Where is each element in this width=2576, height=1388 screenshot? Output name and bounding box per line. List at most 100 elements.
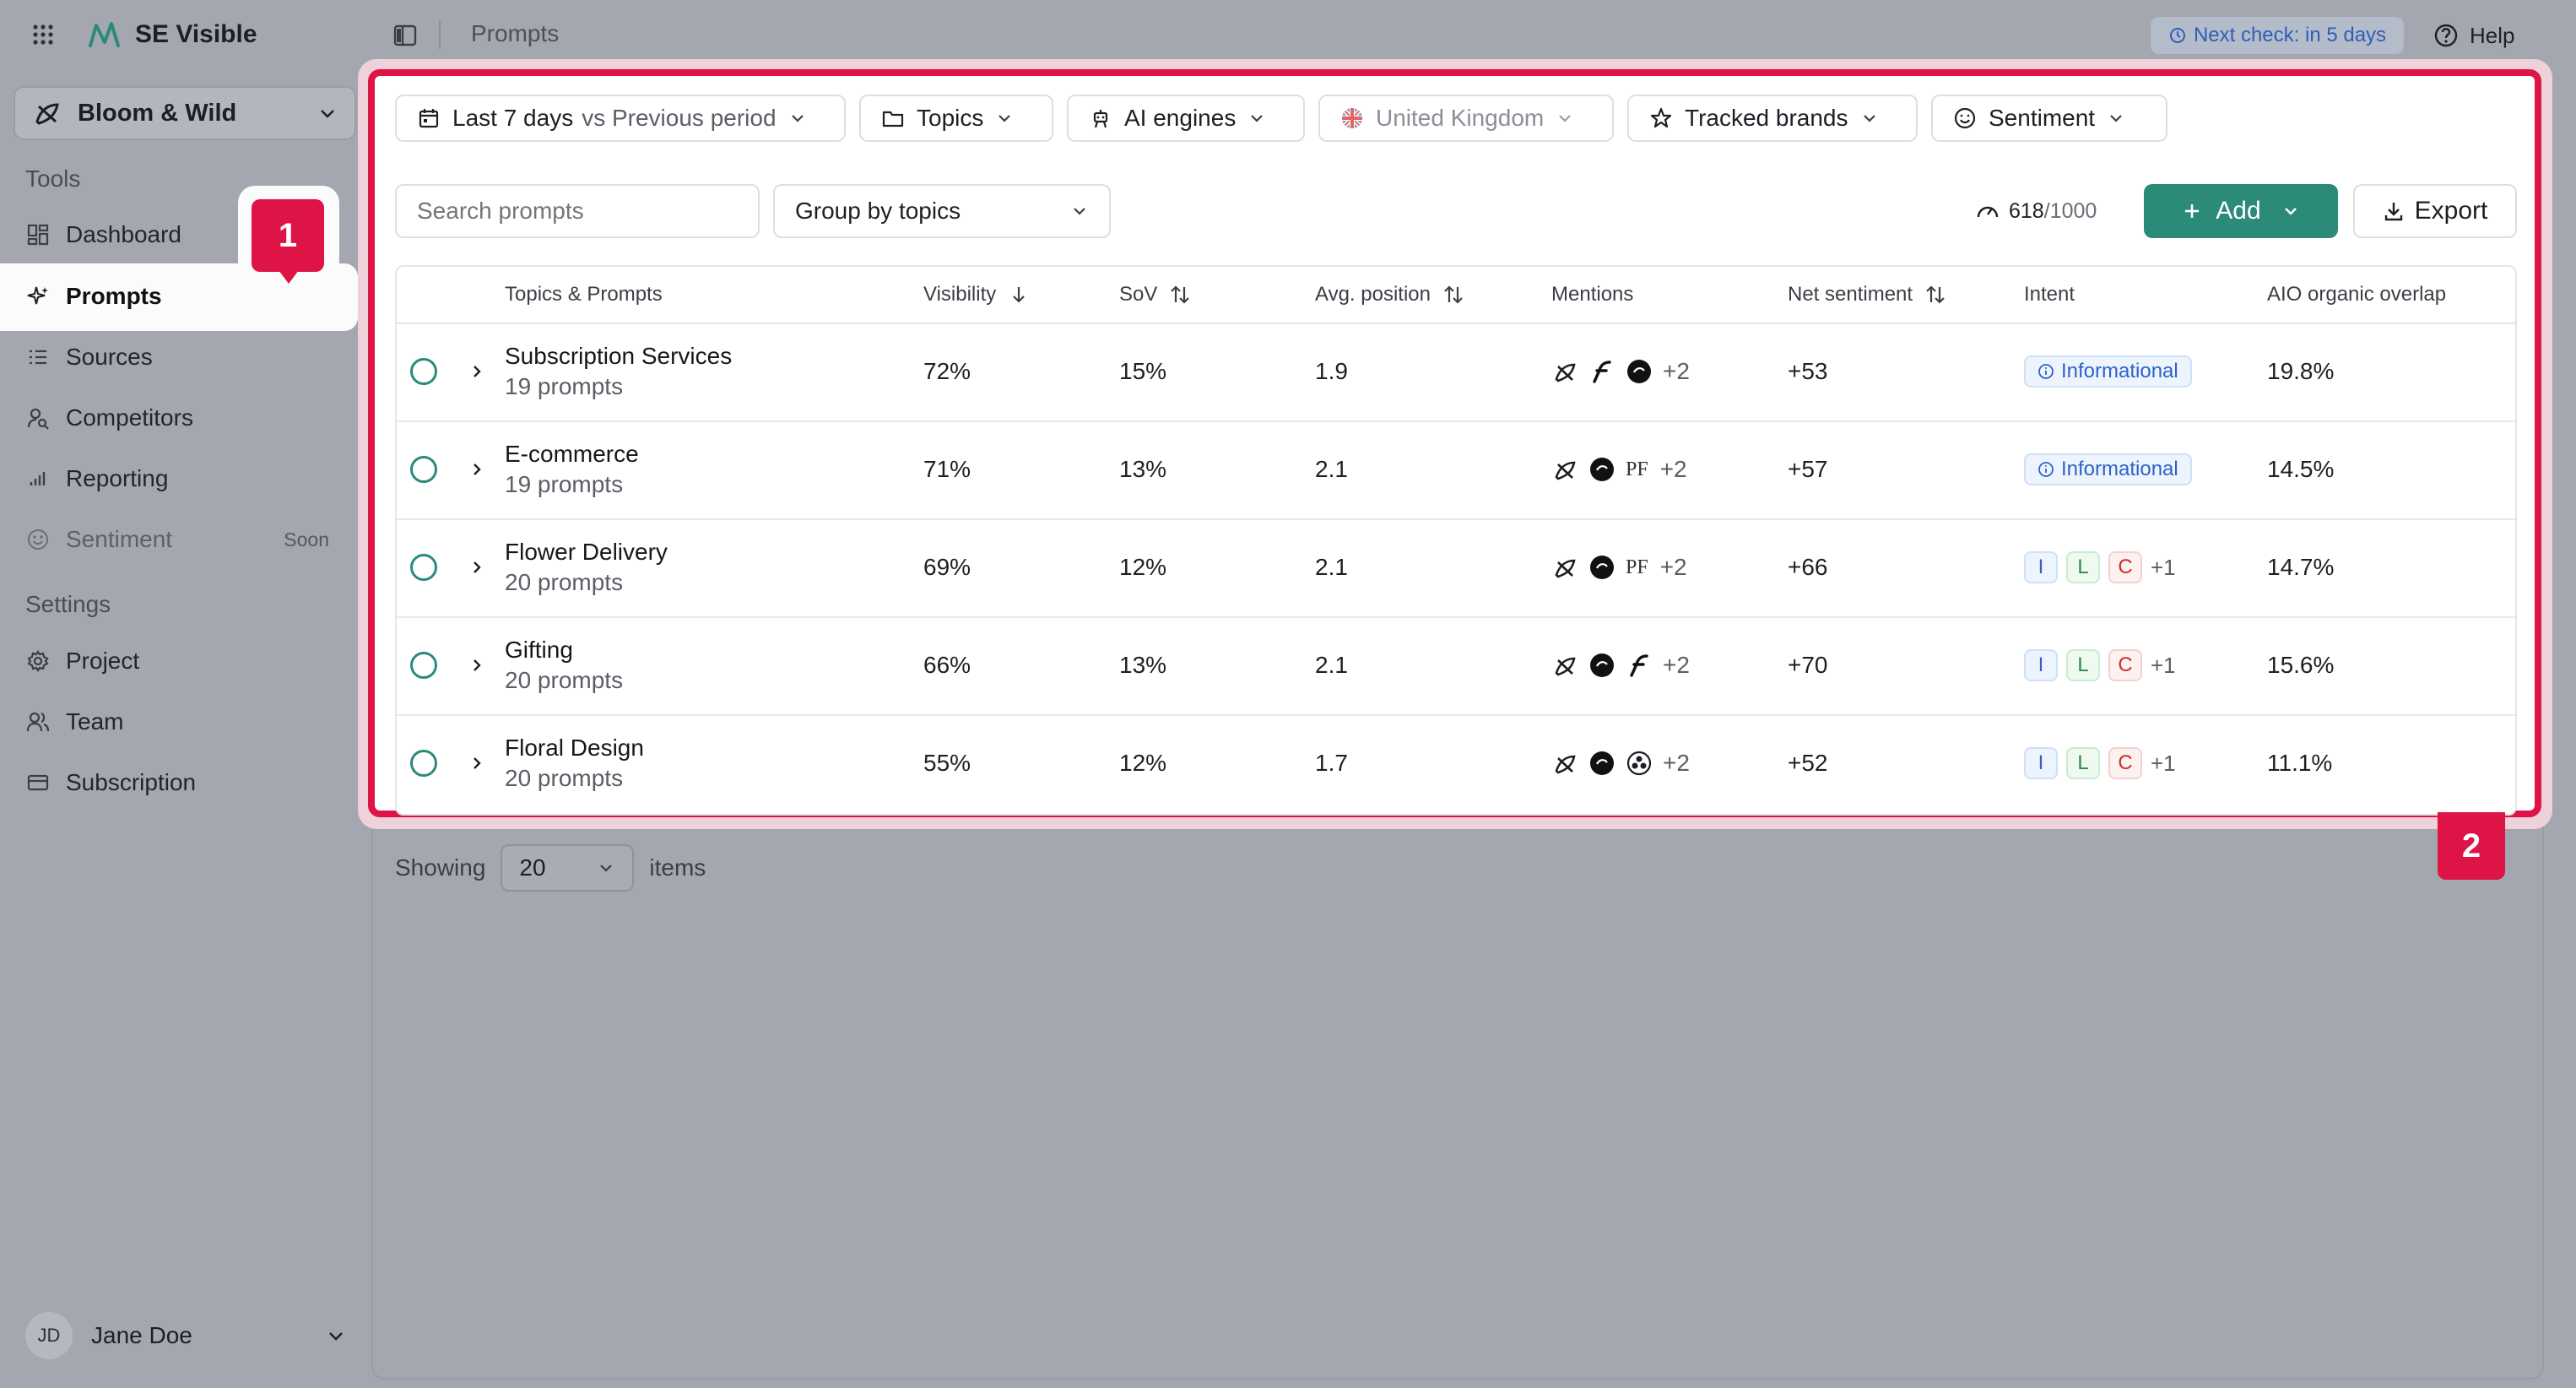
row-checkbox[interactable]: [410, 652, 437, 679]
mentions-more[interactable]: +2: [1660, 456, 1687, 483]
topic-name[interactable]: Floral Design: [505, 733, 644, 763]
help-button[interactable]: Help: [2433, 19, 2514, 52]
topic-prompt-count: 20 prompts: [505, 667, 624, 693]
sidebar-item-label: Subscription: [66, 769, 197, 795]
expand-chevron-icon[interactable]: [468, 460, 486, 479]
topic-name[interactable]: Flower Delivery: [505, 537, 668, 567]
dashboard-icon: [25, 222, 51, 247]
sidebar-item-sentiment: Sentiment Soon: [25, 518, 329, 561]
intent-more[interactable]: +1: [2151, 751, 2176, 777]
workspace-selector[interactable]: Bloom & Wild: [14, 86, 356, 140]
sort-icon[interactable]: [1169, 284, 1191, 306]
table-row[interactable]: Flower Delivery 20 prompts 69% 12% 2.1 P…: [397, 518, 2515, 618]
mentions-more[interactable]: +2: [1660, 554, 1687, 581]
sidebar-item-label: Dashboard: [66, 221, 181, 247]
annotation-marker-1: 1: [252, 199, 324, 272]
net-sentiment-value: +53: [1788, 358, 1828, 384]
help-label: Help: [2470, 22, 2515, 48]
visibility-value: 69%: [923, 554, 971, 580]
row-checkbox[interactable]: [410, 456, 437, 483]
sentiment-filter[interactable]: Sentiment: [1931, 95, 2167, 142]
sidebar-item-label: Sentiment: [66, 526, 173, 552]
topic-prompt-count: 20 prompts: [505, 765, 624, 791]
apps-grid-icon[interactable]: [30, 22, 56, 47]
sidebar-item-subscription[interactable]: Subscription: [25, 762, 196, 804]
net-sentiment-value: +70: [1788, 652, 1828, 678]
table-row[interactable]: Gifting 20 prompts 66% 13% 2.1 +2 +70 I …: [397, 616, 2515, 716]
sidebar-toggle-icon[interactable]: [392, 22, 419, 49]
row-checkbox[interactable]: [410, 554, 437, 581]
tracked-brands-filter[interactable]: Tracked brands: [1627, 95, 1918, 142]
chevron-down-icon: [317, 103, 338, 123]
sentiment-label: Sentiment: [1989, 105, 2096, 131]
group-by-select[interactable]: Group by topics: [773, 184, 1111, 238]
topics-filter[interactable]: Topics: [859, 95, 1053, 142]
sort-down-icon[interactable]: [1008, 284, 1030, 306]
sort-icon[interactable]: [1442, 284, 1464, 306]
sidebar-item-sources[interactable]: Sources: [25, 336, 153, 378]
expand-chevron-icon[interactable]: [468, 754, 486, 773]
sidebar-item-competitors[interactable]: Competitors: [25, 397, 193, 439]
country-filter[interactable]: United Kingdom: [1318, 95, 1614, 142]
col-sov[interactable]: SoV: [1119, 267, 1191, 323]
gauge-icon: [1975, 198, 2000, 224]
mentions-more[interactable]: +2: [1663, 652, 1690, 679]
sidebar-item-label: Project: [66, 648, 140, 674]
showing-label: Showing: [395, 854, 486, 881]
chevron-down-icon: [1860, 109, 1879, 127]
net-sentiment-value: +66: [1788, 554, 1828, 580]
expand-chevron-icon[interactable]: [468, 558, 486, 577]
chevron-down-icon: [1070, 202, 1089, 220]
expand-chevron-icon[interactable]: [468, 362, 486, 381]
col-avg-position[interactable]: Avg. position: [1315, 267, 1464, 323]
sov-value: 15%: [1119, 358, 1167, 384]
sidebar-item-label: Competitors: [66, 404, 193, 431]
table-row[interactable]: E-commerce 19 prompts 71% 13% 2.1 PF +2 …: [397, 420, 2515, 520]
intent-more[interactable]: +1: [2151, 653, 2176, 679]
table-row[interactable]: Subscription Services 19 prompts 72% 15%…: [397, 323, 2515, 422]
ai-engines-filter[interactable]: AI engines: [1067, 95, 1305, 142]
row-checkbox[interactable]: [410, 750, 437, 777]
col-visibility[interactable]: Visibility: [923, 267, 1030, 323]
sov-value: 12%: [1119, 554, 1167, 580]
sidebar-item-reporting[interactable]: Reporting: [25, 458, 168, 500]
visibility-value: 71%: [923, 456, 971, 482]
aio-value: 19.8%: [2267, 358, 2335, 384]
sidebar-item-project[interactable]: Project: [25, 640, 139, 682]
moonpig-logo-icon: [1588, 456, 1615, 483]
next-check-badge: Next check: in 5 days: [2151, 17, 2404, 54]
search-input[interactable]: [395, 184, 760, 238]
mentions-more[interactable]: +2: [1663, 750, 1690, 777]
table-row[interactable]: Floral Design 20 prompts 55% 12% 1.7 +2 …: [397, 714, 2515, 812]
page-size-select[interactable]: 20: [501, 844, 635, 892]
user-menu[interactable]: JD Jane Doe: [25, 1310, 346, 1361]
add-button[interactable]: Add: [2144, 184, 2338, 238]
net-sentiment-value: +57: [1788, 456, 1828, 482]
intent-label: Informational: [2061, 360, 2178, 382]
settings-heading: Settings: [25, 591, 111, 617]
breadcrumb-divider: [439, 20, 441, 49]
sidebar-item-prompts[interactable]: Prompts: [25, 275, 162, 317]
avg-position-value: 2.1: [1315, 652, 1348, 678]
row-checkbox[interactable]: [410, 358, 437, 385]
mentions-more[interactable]: +2: [1663, 358, 1690, 385]
topic-name[interactable]: Gifting: [505, 635, 573, 665]
card-icon: [25, 770, 51, 795]
sidebar-item-dashboard[interactable]: Dashboard: [25, 214, 181, 256]
col-aio-overlap: AIO organic overlap: [2267, 267, 2446, 323]
topic-name[interactable]: Subscription Services: [505, 341, 732, 371]
sidebar-item-team[interactable]: Team: [25, 701, 123, 743]
group-by-value: Group by topics: [795, 198, 961, 224]
sort-icon[interactable]: [1924, 284, 1946, 306]
expand-chevron-icon[interactable]: [468, 656, 486, 675]
col-net-sentiment[interactable]: Net sentiment: [1788, 267, 1946, 323]
topic-name[interactable]: E-commerce: [505, 439, 639, 469]
col-intent-label: Intent: [2024, 283, 2075, 306]
moonpig-logo-icon: [1588, 750, 1615, 777]
list-icon: [25, 344, 51, 370]
date-range-filter[interactable]: Last 7 days vs Previous period: [395, 95, 846, 142]
intent-tag-commercial: C: [2108, 747, 2142, 779]
export-button[interactable]: Export: [2353, 184, 2517, 238]
intent-more[interactable]: +1: [2151, 555, 2176, 581]
tools-heading: Tools: [25, 165, 81, 192]
